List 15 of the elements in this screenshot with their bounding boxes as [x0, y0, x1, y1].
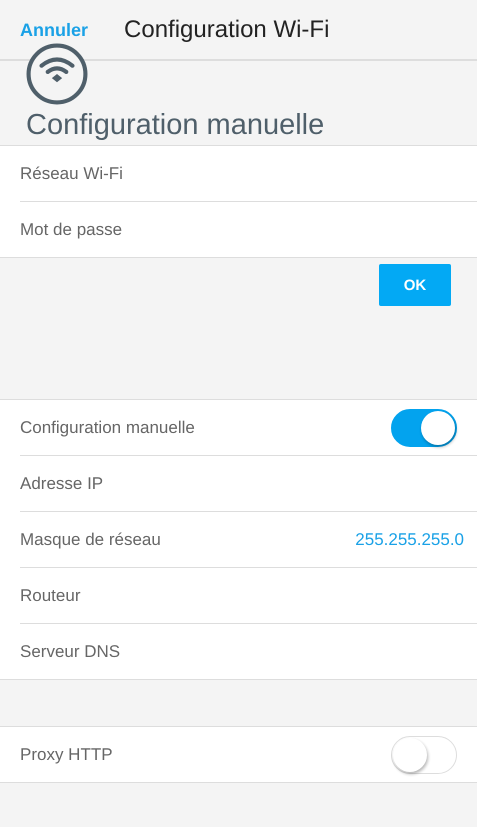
setting-label: Proxy HTTP: [20, 744, 113, 764]
ok-button[interactable]: OK: [379, 264, 451, 306]
page-heading: Configuration manuelle: [26, 109, 326, 142]
input-field[interactable]: Réseau Wi-Fi: [20, 158, 457, 188]
setting-value: 255.255.255.0: [355, 530, 464, 550]
input-field[interactable]: Mot de passe: [20, 214, 457, 244]
setting-label: Masque de réseau: [20, 530, 161, 550]
setting-label: Serveur DNS: [20, 642, 120, 662]
screen-title: Configuration Wi-Fi: [124, 16, 330, 44]
setting-label: Routeur: [20, 586, 80, 606]
setting-label: Adresse IP: [20, 474, 104, 494]
wifi-icon: [26, 43, 88, 105]
cancel-button[interactable]: Annuler: [20, 20, 88, 41]
setting-label: Configuration manuelle: [20, 418, 195, 438]
toggle-switch[interactable]: [391, 408, 457, 446]
